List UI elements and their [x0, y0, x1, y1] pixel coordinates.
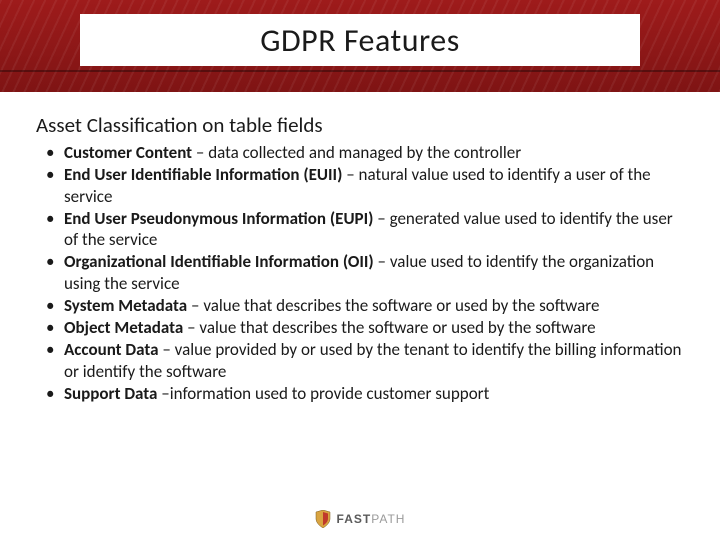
description: data collected and managed by the contro…: [208, 142, 521, 163]
header-band: GDPR Features: [0, 0, 720, 92]
list-item: Organizational Identifiable Information …: [64, 251, 684, 294]
separator: –: [374, 251, 390, 272]
separator: –: [192, 142, 208, 163]
list-item: End User Pseudonymous Information (EUPI)…: [64, 208, 684, 251]
header-divider: [0, 70, 720, 72]
separator: –: [183, 317, 199, 338]
list-item: Account Data – value provided by or used…: [64, 339, 684, 382]
logo-path: PATH: [371, 512, 405, 526]
description: value that describes the software or use…: [199, 317, 595, 338]
list-item: Support Data –information used to provid…: [64, 383, 684, 404]
term: Object Metadata: [64, 317, 183, 338]
list-item: System Metadata – value that describes t…: [64, 295, 684, 316]
content-area: Asset Classification on table fields Cus…: [36, 112, 684, 405]
description: information used to provide customer sup…: [170, 383, 490, 404]
term: Organizational Identifiable Information …: [64, 251, 374, 272]
term: End User Identifiable Information (EUII): [64, 164, 342, 185]
separator: –: [158, 339, 174, 360]
title-box: GDPR Features: [80, 14, 640, 66]
description: value that describes the software or use…: [203, 295, 599, 316]
term: Account Data: [64, 339, 158, 360]
slide: GDPR Features Asset Classification on ta…: [0, 0, 720, 540]
page-title: GDPR Features: [260, 21, 459, 60]
logo-text: FASTPATH: [337, 512, 406, 526]
bullet-list: Customer Content – data collected and ma…: [36, 142, 684, 404]
separator: –: [373, 208, 389, 229]
shield-icon: [315, 510, 331, 528]
term: Support Data: [64, 383, 157, 404]
term: System Metadata: [64, 295, 187, 316]
term: End User Pseudonymous Information (EUPI): [64, 208, 373, 229]
subheading: Asset Classification on table fields: [36, 112, 684, 138]
footer: FASTPATH: [0, 510, 720, 528]
list-item: Customer Content – data collected and ma…: [64, 142, 684, 163]
separator: –: [187, 295, 203, 316]
term: Customer Content: [64, 142, 192, 163]
separator: –: [157, 383, 169, 404]
list-item: End User Identifiable Information (EUII)…: [64, 164, 684, 207]
list-item: Object Metadata – value that describes t…: [64, 317, 684, 338]
separator: –: [342, 164, 358, 185]
logo-fast: FAST: [337, 512, 372, 526]
